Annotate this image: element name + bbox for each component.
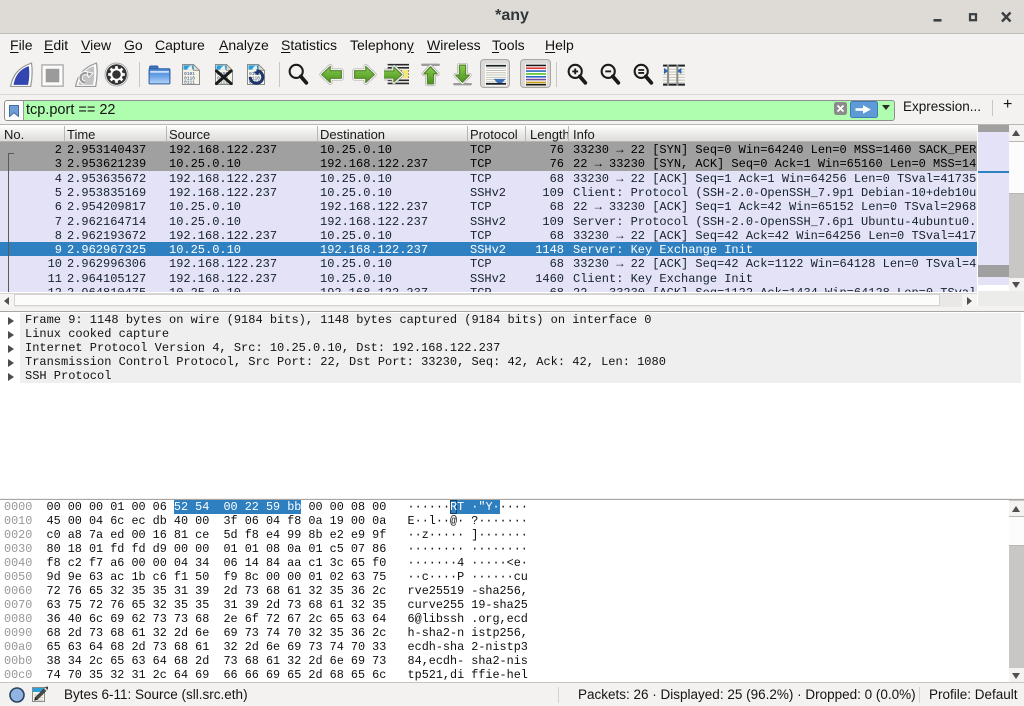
svg-text:0111: 0111 [184, 80, 195, 86]
